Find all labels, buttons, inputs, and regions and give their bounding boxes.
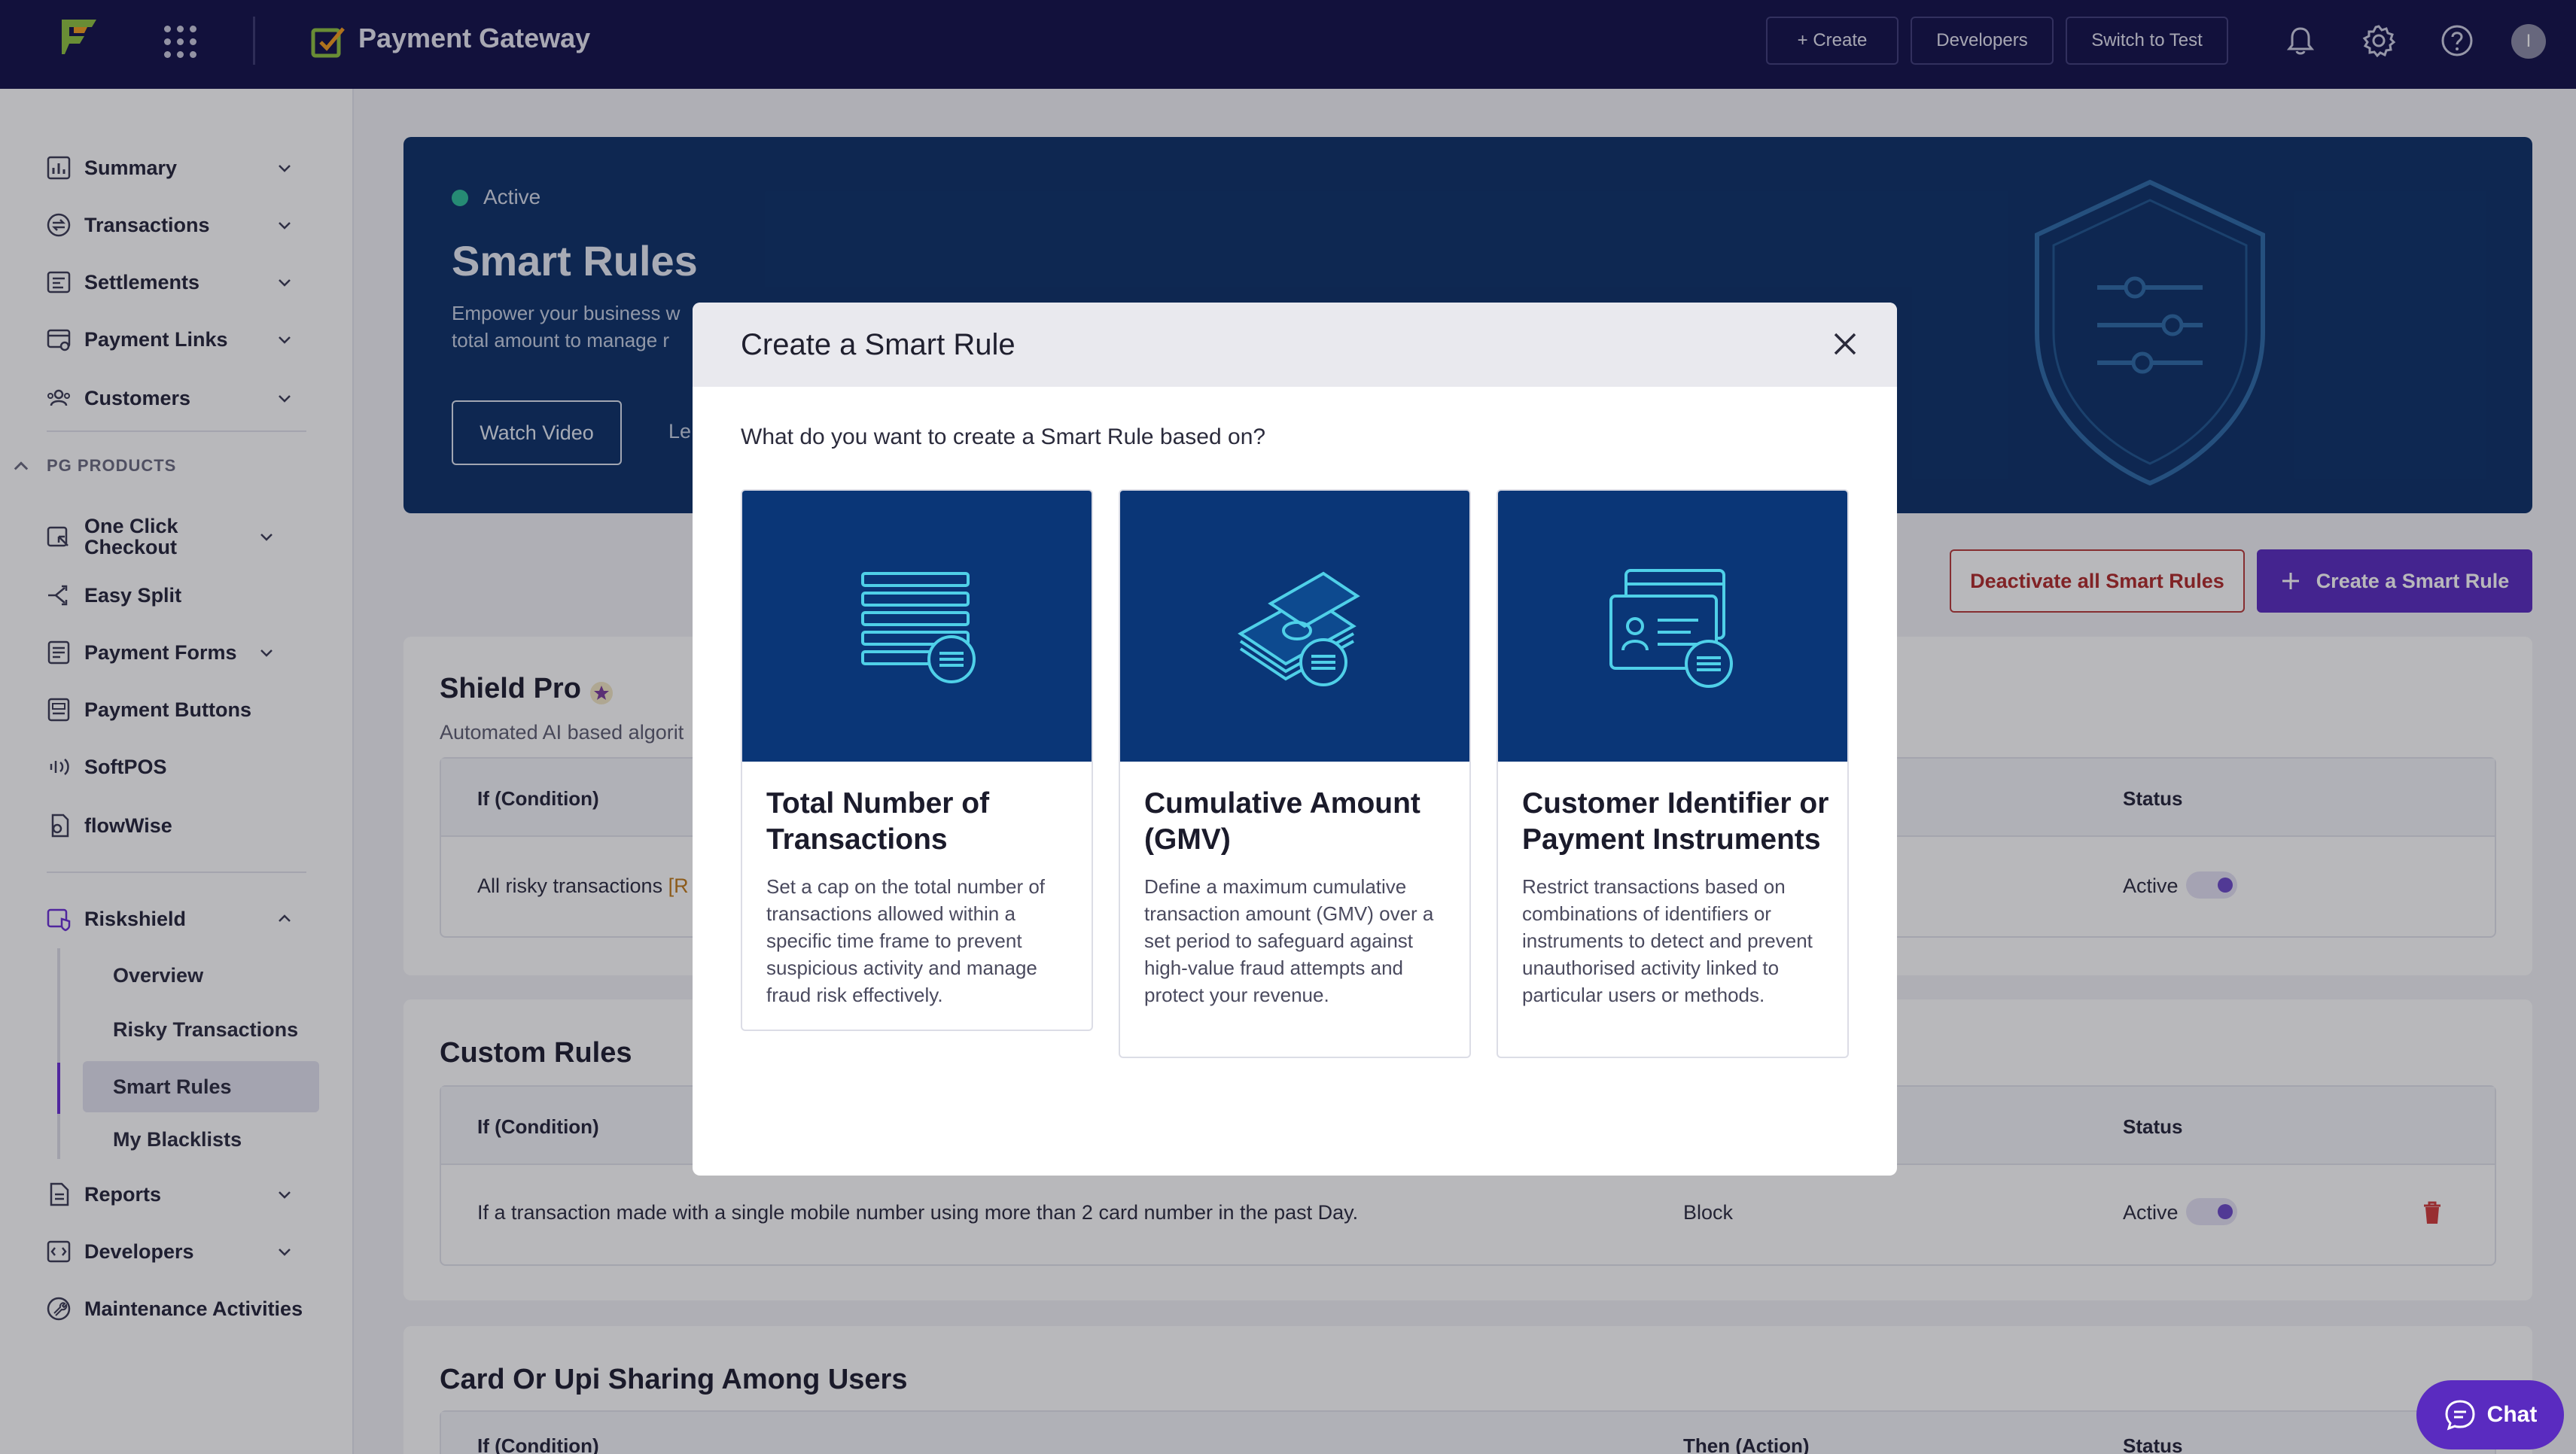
close-icon[interactable] [1826,325,1864,363]
option-title: Customer Identifier or Payment Instrumen… [1522,787,1829,856]
id-card-icon [1609,569,1733,688]
transaction-list-icon [861,572,976,683]
chat-label: Chat [2486,1402,2538,1427]
option-title: Cumulative Amount (GMV) [1144,787,1420,856]
chat-bubble-icon [2445,1400,2475,1431]
create-smart-rule-modal: Create a Smart Rule What do you want to … [693,303,1897,1176]
option-illustration [1498,491,1847,762]
option-card-customer-identifier[interactable]: Customer Identifier or Payment Instrumen… [1497,489,1849,1058]
modal-title: Create a Smart Rule [741,328,1015,361]
option-illustration [742,491,1092,762]
modal-question: What do you want to create a Smart Rule … [741,424,1266,449]
option-card-total-transactions[interactable]: Total Number of Transactions Set a cap o… [741,489,1093,1031]
option-description: Set a cap on the total number of transac… [766,875,1046,1006]
option-title: Total Number of Transactions [766,787,990,856]
modal-header: Create a Smart Rule [693,303,1897,387]
chat-button[interactable]: Chat [2416,1380,2564,1449]
option-illustration [1120,491,1469,762]
option-card-cumulative-amount[interactable]: Cumulative Amount (GMV) Define a maximum… [1119,489,1471,1058]
money-stack-icon [1238,571,1360,686]
option-description: Define a maximum cumulative transaction … [1144,875,1434,1006]
option-description: Restrict transactions based on combinati… [1522,875,1813,1006]
